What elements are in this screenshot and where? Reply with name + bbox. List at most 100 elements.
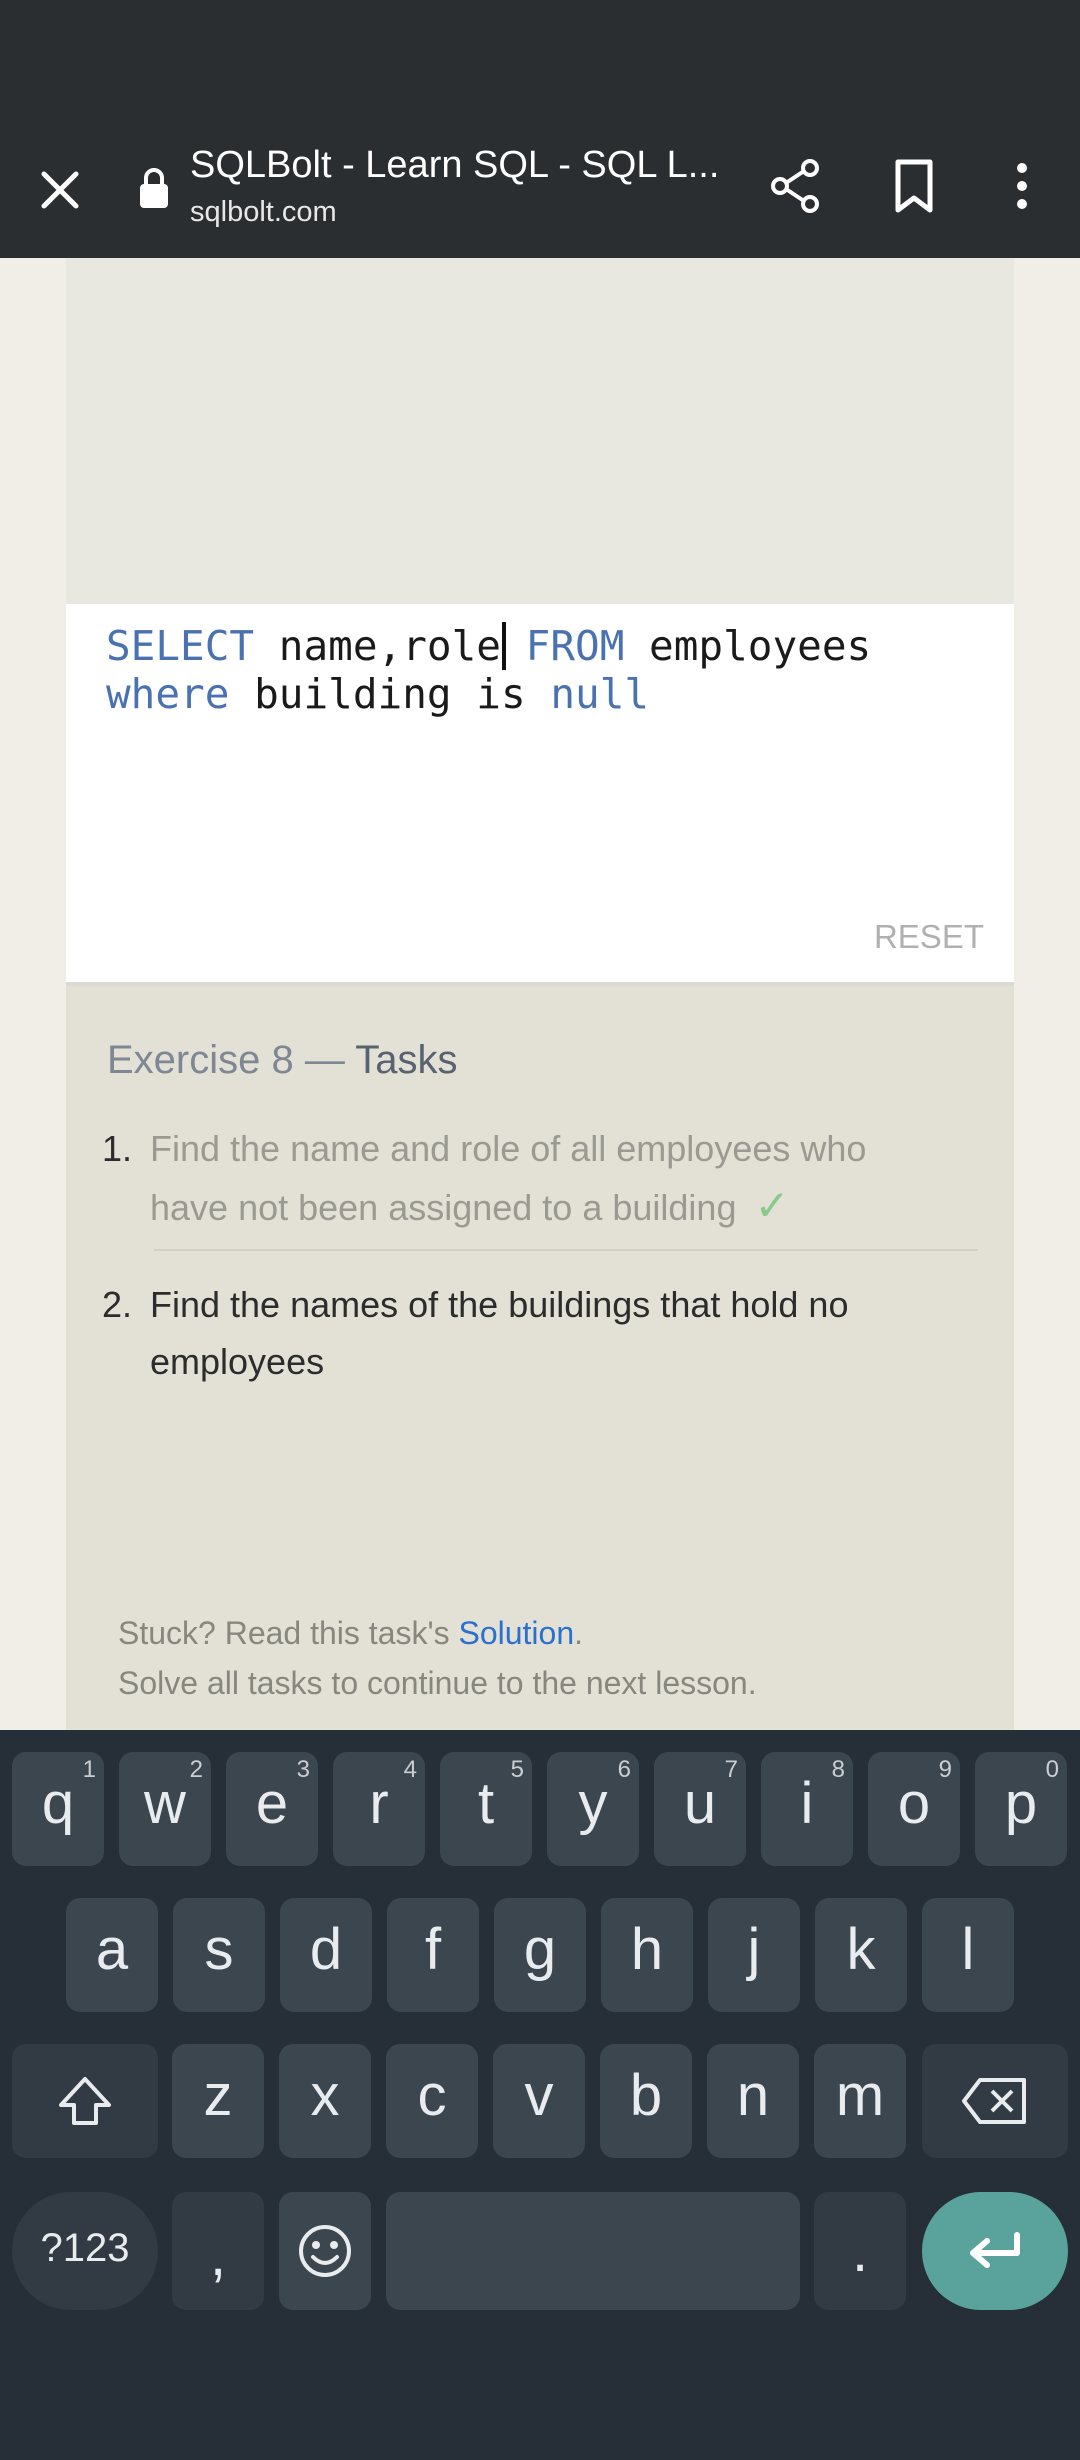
keyword: FROM — [500, 622, 625, 670]
tasks-heading: Exercise 8 — Tasks — [107, 1038, 458, 1083]
key-i[interactable]: i8 — [761, 1752, 853, 1866]
enter-key[interactable] — [922, 2192, 1068, 2310]
share-icon[interactable] — [766, 156, 826, 216]
key-label: s — [204, 1917, 234, 1982]
key-hint: 6 — [617, 1756, 631, 1783]
key-l[interactable]: l — [922, 1898, 1014, 2012]
key-label: h — [630, 1917, 664, 1982]
key-hint: 3 — [296, 1756, 310, 1783]
key-label: j — [747, 1917, 761, 1982]
key-label: f — [424, 1917, 442, 1982]
stuck-prefix: Stuck? Read this task's — [118, 1615, 459, 1651]
code-line-1: SELECT name,role FROM employees — [106, 622, 871, 670]
key-c[interactable]: c — [386, 2044, 478, 2158]
key-label: m — [835, 2063, 885, 2128]
key-hint: 2 — [189, 1756, 203, 1783]
key-s[interactable]: s — [173, 1898, 265, 2012]
key-t[interactable]: t5 — [440, 1752, 532, 1866]
backspace-key[interactable] — [922, 2044, 1068, 2158]
bookmark-icon[interactable] — [884, 156, 944, 216]
check-icon: ✓ — [754, 1182, 790, 1229]
key-w[interactable]: w2 — [119, 1752, 211, 1866]
results-panel — [66, 258, 1014, 604]
lock-icon — [140, 168, 168, 208]
key-label: b — [629, 2063, 663, 2128]
key-j[interactable]: j — [708, 1898, 800, 2012]
key-label: g — [523, 1917, 557, 1982]
sql-code[interactable]: SELECT name,role FROM employees where bui… — [106, 622, 871, 718]
code-text: name,role — [254, 622, 501, 670]
space-bar[interactable] — [386, 2192, 800, 2310]
task-line: employees — [150, 1341, 325, 1382]
task-line-wrap: have not been assigned to a building ✓ — [150, 1177, 970, 1236]
key-label: l — [961, 1917, 975, 1982]
key-o[interactable]: o9 — [868, 1752, 960, 1866]
key-hint: 0 — [1045, 1756, 1059, 1783]
key-label: . — [851, 2219, 869, 2284]
solve-note: Solve all tasks to continue to the next … — [118, 1665, 757, 1701]
keyword: null — [550, 670, 650, 718]
emoji-icon — [299, 2225, 351, 2277]
key-comma[interactable]: , — [172, 2192, 264, 2310]
key-hint: 8 — [831, 1756, 845, 1783]
key-n[interactable]: n — [707, 2044, 799, 2158]
task-line: have not been assigned to a building — [150, 1187, 737, 1228]
sql-editor[interactable]: SELECT name,role FROM employees where bui… — [66, 604, 1014, 986]
key-label: , — [209, 2223, 227, 2288]
exercise-label: Exercise 8 — [107, 1038, 294, 1082]
solution-link[interactable]: Solution — [458, 1615, 574, 1651]
code-text: building is — [229, 670, 551, 718]
shift-icon — [59, 2077, 111, 2125]
exercise-tasks-panel: Exercise 8 — Tasks 1. Find the name and … — [66, 986, 1014, 1730]
key-label: c — [417, 2063, 447, 2128]
key-label: v — [524, 2063, 554, 2128]
key-f[interactable]: f — [387, 1898, 479, 2012]
key-p[interactable]: p0 — [975, 1752, 1067, 1866]
task-divider — [154, 1249, 978, 1251]
key-label: z — [203, 2063, 233, 2128]
reset-button[interactable]: RESET — [874, 918, 984, 956]
key-u[interactable]: u7 — [654, 1752, 746, 1866]
backspace-icon — [962, 2078, 1026, 2124]
emoji-key[interactable] — [279, 2192, 371, 2310]
key-e[interactable]: e3 — [226, 1752, 318, 1866]
key-q[interactable]: q1 — [12, 1752, 104, 1866]
close-icon[interactable] — [30, 160, 90, 220]
key-b[interactable]: b — [600, 2044, 692, 2158]
key-v[interactable]: v — [493, 2044, 585, 2158]
shift-key[interactable] — [12, 2044, 158, 2158]
key-a[interactable]: a — [66, 1898, 158, 2012]
more-options-icon[interactable] — [1004, 156, 1040, 216]
code-line-2: where building is null — [106, 670, 871, 718]
task-number: 2. — [102, 1284, 133, 1325]
task-line: Find the name and role of all employees … — [150, 1128, 867, 1169]
key-hint: 7 — [724, 1756, 738, 1783]
key-h[interactable]: h — [601, 1898, 693, 2012]
code-text: employees — [624, 622, 872, 670]
key-m[interactable]: m — [814, 2044, 906, 2158]
key-label: k — [846, 1917, 876, 1982]
page-url[interactable]: sqlbolt.com — [190, 196, 337, 229]
key-d[interactable]: d — [280, 1898, 372, 2012]
task-text: Find the names of the buildings that hol… — [150, 1276, 970, 1390]
key-k[interactable]: k — [815, 1898, 907, 2012]
key-label: ?123 — [40, 2226, 130, 2270]
browser-toolbar: SQLBolt - Learn SQL - SQL L... sqlbolt.c… — [0, 120, 1080, 258]
key-z[interactable]: z — [172, 2044, 264, 2158]
key-hint: 5 — [510, 1756, 524, 1783]
key-r[interactable]: r4 — [333, 1752, 425, 1866]
keyword: where — [106, 670, 230, 718]
key-x[interactable]: x — [279, 2044, 371, 2158]
stuck-suffix: . — [574, 1615, 584, 1651]
task-line: Find the names of the buildings that hol… — [150, 1284, 849, 1325]
stuck-line: Stuck? Read this task's Solution. — [118, 1608, 757, 1658]
enter-icon — [970, 2232, 1020, 2268]
key-y[interactable]: y6 — [547, 1752, 639, 1866]
key-g[interactable]: g — [494, 1898, 586, 2012]
status-bar — [0, 0, 1080, 120]
key-period[interactable]: . — [814, 2192, 906, 2310]
key-hint: 1 — [82, 1756, 96, 1783]
soft-keyboard: q 1 w 2 e 3 r 4 t 5 y 6 u 7 i 8 o 9 p 0 a s d f g h j k l z x c v b n m ?123… — [0, 1730, 1080, 2460]
page-title[interactable]: SQLBolt - Learn SQL - SQL L... — [190, 144, 720, 187]
symbols-key[interactable]: ?123 — [12, 2192, 158, 2310]
